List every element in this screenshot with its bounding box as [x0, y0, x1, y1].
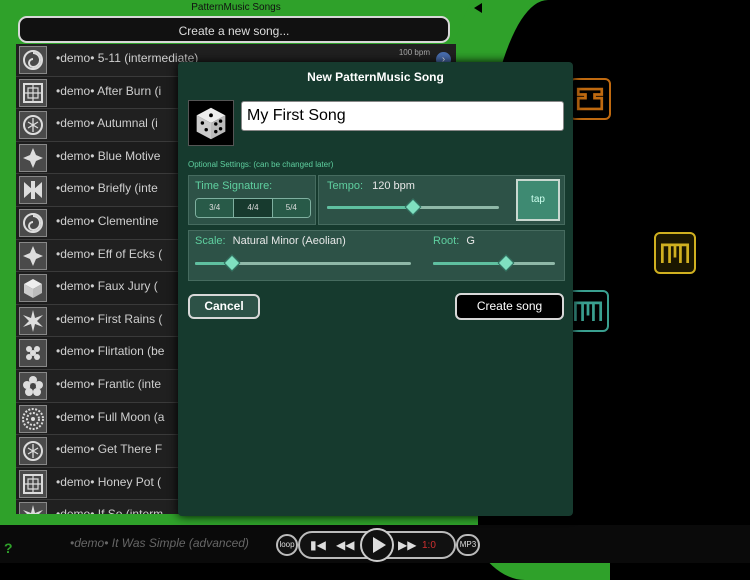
- song-label: •demo• Blue Motive: [56, 148, 161, 163]
- position-counter: 1:0: [422, 540, 436, 551]
- time-signature-option[interactable]: 5/4: [272, 199, 310, 217]
- scale-slider-thumb[interactable]: [223, 254, 241, 272]
- root-label-text: Root:: [433, 235, 460, 247]
- circle-knot-icon: [19, 111, 47, 140]
- scale-label-text: Scale:: [195, 235, 226, 247]
- dice-icon[interactable]: [188, 100, 234, 146]
- tempo-slider-fill: [327, 206, 413, 209]
- dice-icon: [19, 274, 47, 303]
- song-label: •demo• Autumnal (i: [56, 116, 158, 131]
- create-new-song-button[interactable]: Create a new song...: [18, 16, 450, 43]
- song-label: •demo• Clementine: [56, 213, 159, 228]
- cancel-button[interactable]: Cancel: [188, 294, 260, 319]
- flower-icon: [19, 371, 47, 400]
- scale-slider[interactable]: [195, 254, 411, 272]
- song-list-title: PatternMusic Songs: [191, 2, 281, 13]
- scale-label: Scale: Natural Minor (Aeolian): [195, 235, 346, 247]
- song-label: •demo• First Rains (: [56, 311, 163, 326]
- play-button[interactable]: [360, 528, 394, 562]
- dialog-title: New PatternMusic Song: [307, 70, 444, 84]
- dots-cluster-icon: [19, 339, 47, 368]
- back-icon[interactable]: ◀◀: [336, 538, 354, 552]
- optional-settings-label: Optional Settings: (can be changed later…: [188, 160, 334, 169]
- grid-square-icon: [19, 78, 47, 107]
- mp3-button[interactable]: MP3: [456, 534, 480, 556]
- time-signature-option[interactable]: 3/4: [196, 199, 235, 217]
- song-label: •demo• Honey Pot (: [56, 474, 162, 489]
- tempo-label-text: Tempo:: [327, 180, 364, 192]
- time-signature-option[interactable]: 4/4: [234, 199, 273, 217]
- root-label: Root: G: [433, 235, 475, 247]
- song-label: •demo• 5-11 (intermediate): [56, 51, 199, 65]
- diamond-star-icon: [19, 143, 47, 172]
- pattern-yellow-icon[interactable]: [654, 232, 696, 274]
- tempo-slider[interactable]: [327, 198, 499, 216]
- song-label: •demo• After Burn (i: [56, 83, 162, 98]
- star-burst-icon: [19, 306, 47, 335]
- tempo-value: 120 bpm: [372, 180, 415, 192]
- mandala-icon: [19, 404, 47, 433]
- pattern-teal-icon[interactable]: [567, 290, 609, 332]
- time-signature-selector[interactable]: 3/4 4/4 5/4: [195, 198, 311, 218]
- circle-knot-icon: [19, 437, 47, 466]
- scale-value: Natural Minor (Aeolian): [232, 235, 346, 247]
- star-burst-icon: [19, 502, 47, 514]
- now-playing-label: •demo• It Was Simple (advanced): [70, 536, 249, 550]
- song-label: •demo• If So (interm: [56, 507, 163, 514]
- new-song-dialog: New PatternMusic Song Optional Settings:…: [178, 62, 573, 516]
- scale-panel: Scale: Natural Minor (Aeolian) Root: G: [188, 230, 565, 281]
- root-value: G: [466, 235, 475, 247]
- create-song-button[interactable]: Create song: [455, 293, 564, 320]
- song-bpm: 100 bpm: [398, 48, 430, 57]
- root-slider-fill: [433, 262, 507, 265]
- forward-icon[interactable]: ▶▶: [398, 538, 416, 552]
- song-name-input[interactable]: [241, 101, 564, 131]
- song-label: •demo• Eff of Ecks (: [56, 246, 163, 261]
- tempo-label: Tempo: 120 bpm: [327, 180, 415, 192]
- song-label: •demo• Flirtation (be: [56, 344, 165, 359]
- tap-tempo-button[interactable]: tap: [516, 179, 560, 221]
- pattern-orange-icon[interactable]: [569, 78, 611, 120]
- spiral-icon: [19, 46, 47, 74]
- chevron-left-icon: [474, 3, 482, 13]
- rewind-icon[interactable]: ▮◀: [310, 538, 326, 552]
- root-slider[interactable]: [433, 254, 555, 272]
- song-label: •demo• Full Moon (a: [56, 409, 165, 424]
- diamond-star-icon: [19, 241, 47, 270]
- song-label: •demo• Faux Jury (: [56, 279, 158, 294]
- root-slider-thumb[interactable]: [497, 254, 515, 272]
- tempo-slider-thumb[interactable]: [404, 198, 422, 216]
- song-label: •demo• Frantic (inte: [56, 376, 162, 391]
- time-signature-label: Time Signature:: [195, 180, 273, 192]
- loop-button[interactable]: loop: [276, 534, 298, 556]
- spiral-icon: [19, 208, 47, 237]
- help-icon[interactable]: ?: [4, 540, 13, 556]
- song-label: •demo• Briefly (inte: [56, 181, 158, 196]
- song-label: •demo• Get There F: [56, 442, 163, 457]
- bowtie-icon: [19, 176, 47, 205]
- collapse-tab[interactable]: [470, 0, 490, 16]
- time-signature-panel: Time Signature: 3/4 4/4 5/4: [188, 175, 316, 225]
- play-icon: [373, 537, 386, 553]
- grid-square-icon: [19, 469, 47, 498]
